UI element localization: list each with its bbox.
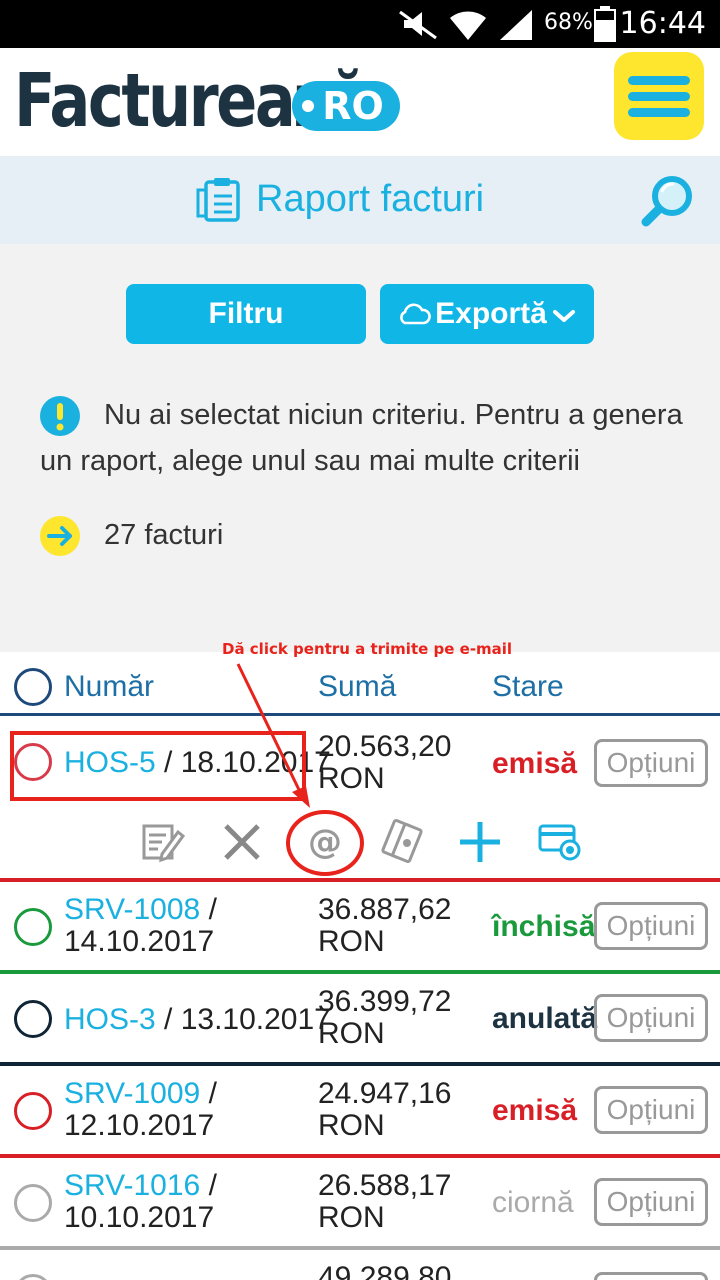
row-checkbox[interactable] — [14, 1092, 52, 1130]
invoice-link[interactable]: SRV-1009 — [64, 1077, 200, 1110]
highlight-box — [10, 731, 306, 801]
row-checkbox[interactable] — [14, 908, 52, 946]
table-header: Număr Sumă Stare — [0, 660, 720, 716]
column-status[interactable]: Stare — [492, 670, 564, 704]
column-sum[interactable]: Sumă — [318, 670, 396, 704]
app-header: Facturează RO — [0, 48, 720, 156]
select-all-checkbox[interactable] — [14, 668, 52, 706]
chevron-down-icon — [552, 310, 575, 322]
invoice-amount: 26.588,17 RON — [318, 1170, 451, 1234]
logo-suffix: RO — [292, 81, 400, 131]
payment-icon[interactable] — [378, 818, 426, 866]
options-button[interactable]: Opțiuni — [594, 994, 708, 1042]
hamburger-icon-bar — [628, 76, 690, 85]
arrow-right-icon — [40, 516, 80, 556]
invoice-link[interactable]: SRV-1016 — [64, 1169, 200, 1202]
cancel-icon[interactable] — [218, 818, 266, 866]
status-badge: ciornă — [492, 1186, 574, 1219]
invoice-date: / 13.10.2017 — [164, 1003, 331, 1036]
table-row[interactable]: 49.289,80 — [0, 1250, 720, 1280]
amount-currency: RON — [318, 925, 385, 958]
warning-icon — [40, 396, 80, 436]
wifi-icon — [450, 11, 486, 40]
amount-value: 24.947,16 — [318, 1077, 452, 1110]
invoice-number: SRV-1008 / 14.10.2017 — [64, 894, 217, 958]
battery-icon — [594, 6, 616, 42]
search-icon[interactable] — [640, 172, 696, 228]
menu-button[interactable] — [614, 52, 704, 140]
status-badge: anulată — [492, 1002, 598, 1035]
invoice-count: 27 facturi — [104, 519, 224, 551]
status-badge: închisă — [492, 910, 596, 943]
row-actions: @ — [0, 808, 720, 878]
invoice-amount: 36.399,72 RON — [318, 986, 451, 1050]
page-title: Raport facturi — [256, 178, 485, 220]
email-icon[interactable]: @ — [286, 810, 364, 876]
add-icon[interactable] — [456, 818, 504, 866]
amount-value: 20.563,20 — [318, 730, 452, 763]
invoice-amount: 36.887,62 RON — [318, 894, 451, 958]
info-message-line2: un raport, alege unul sau mai multe crit… — [40, 445, 580, 477]
page-title-bar: Raport facturi — [0, 156, 720, 244]
invoice-date: 14.10.2017 — [64, 925, 215, 958]
invoice-number: SRV-1009 / 12.10.2017 — [64, 1078, 217, 1142]
mute-icon — [399, 10, 437, 40]
amount-currency: RON — [318, 1109, 385, 1142]
export-label: Exportă — [435, 297, 547, 330]
annotation-label: Dă click pentru a trimite pe e-mail — [222, 640, 513, 658]
amount-value: 36.887,62 — [318, 893, 452, 926]
column-number[interactable]: Număr — [64, 670, 154, 704]
invoice-number: HOS-3 / 13.10.2017 — [64, 1004, 331, 1036]
options-button[interactable]: Opțiuni — [594, 739, 708, 787]
invoice-amount: 20.563,20 RON — [318, 731, 451, 795]
status-badge: emisă — [492, 747, 578, 780]
amount-currency: RON — [318, 1201, 385, 1234]
table-row[interactable]: SRV-1008 / 14.10.2017 36.887,62 RON înch… — [0, 882, 720, 970]
invoice-link[interactable]: SRV-1008 — [64, 893, 200, 926]
card-icon[interactable] — [536, 818, 584, 866]
table-row[interactable]: HOS-5 / 18.10.2017 20.563,20 RON emisă O… — [0, 719, 720, 809]
options-button[interactable]: Opțiuni — [594, 902, 708, 950]
invoice-date-sep: / — [208, 893, 217, 926]
hamburger-icon-bar — [628, 92, 690, 101]
clock: 16:44 — [619, 6, 706, 41]
edit-icon[interactable] — [138, 818, 186, 866]
row-checkbox[interactable] — [14, 1184, 52, 1222]
options-button[interactable]: Opțiuni — [594, 1178, 708, 1226]
invoice-date: 10.10.2017 — [64, 1201, 215, 1234]
invoice-amount: 24.947,16 RON — [318, 1078, 451, 1142]
table-row[interactable]: SRV-1009 / 12.10.2017 24.947,16 RON emis… — [0, 1066, 720, 1154]
options-button[interactable]: Opțiuni — [594, 1086, 708, 1134]
amount-value: 49.289,80 — [318, 1261, 452, 1280]
status-bar: 68% 16:44 — [0, 0, 720, 48]
signal-icon — [500, 10, 532, 40]
clipboard-icon — [196, 178, 240, 222]
row-checkbox[interactable] — [14, 1000, 52, 1038]
invoice-date-sep: / — [208, 1169, 217, 1202]
table-row[interactable]: SRV-1016 / 10.10.2017 26.588,17 RON cior… — [0, 1158, 720, 1246]
row-checkbox[interactable] — [14, 1274, 52, 1280]
invoice-date: 12.10.2017 — [64, 1109, 215, 1142]
options-button[interactable] — [594, 1272, 708, 1280]
invoice-date-sep: / — [208, 1077, 217, 1110]
info-message-line1: Nu ai selectat niciun criteriu. Pentru a… — [104, 399, 683, 431]
cloud-icon — [400, 303, 431, 325]
filter-button[interactable]: Filtru — [126, 284, 366, 344]
amount-currency: RON — [318, 1017, 385, 1050]
amount-value: 36.399,72 — [318, 985, 452, 1018]
amount-currency: RON — [318, 762, 385, 795]
export-button[interactable]: Exportă — [380, 284, 594, 344]
invoice-amount: 49.289,80 — [318, 1262, 451, 1280]
battery-percent: 68% — [544, 10, 593, 35]
status-badge: emisă — [492, 1094, 578, 1127]
invoice-number: SRV-1016 / 10.10.2017 — [64, 1170, 217, 1234]
invoice-link[interactable]: HOS-3 — [64, 1003, 156, 1036]
filter-area: Filtru Exportă Nu ai selectat niciun cri… — [0, 244, 720, 652]
amount-value: 26.588,17 — [318, 1169, 452, 1202]
table-row[interactable]: HOS-3 / 13.10.2017 36.399,72 RON anulată… — [0, 974, 720, 1062]
hamburger-icon-bar — [628, 108, 690, 117]
